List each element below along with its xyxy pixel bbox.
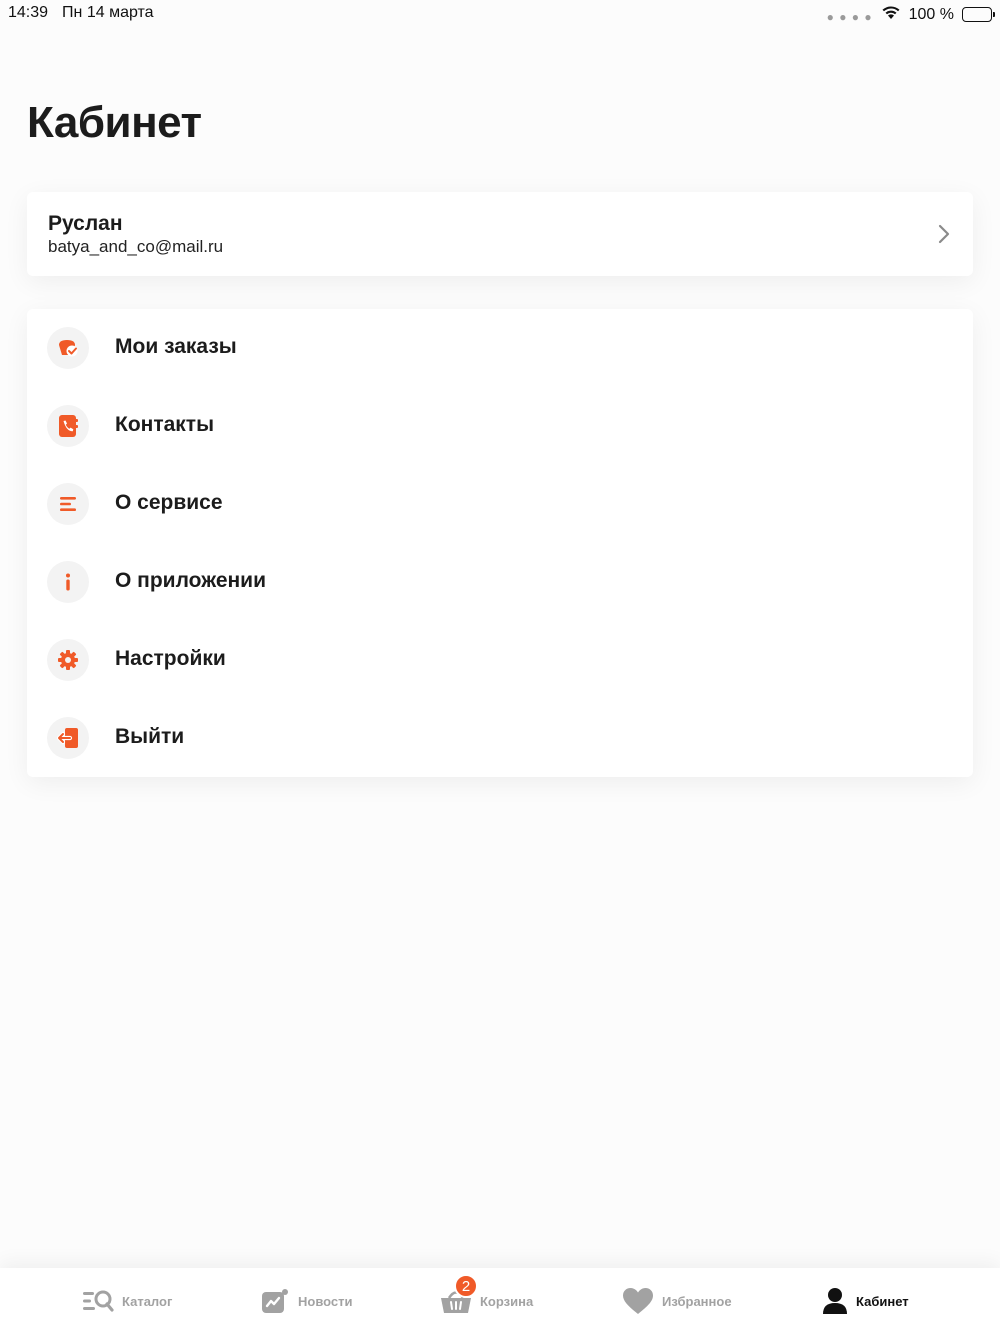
news-chart-icon — [262, 1289, 288, 1313]
menu-item-logout[interactable]: Выйти — [27, 699, 973, 777]
tab-label-cabinet: Кабинет — [856, 1293, 909, 1309]
menu-label-about-service: О сервисе — [115, 491, 223, 514]
menu-label-settings: Настройки — [115, 647, 226, 670]
heart-icon — [623, 1288, 653, 1314]
signal-icon: ● ● ● ● — [826, 9, 873, 24]
tab-label-catalog: Каталог — [122, 1293, 173, 1309]
tab-label-cart: Корзина — [480, 1293, 534, 1309]
cart-badge: 2 — [454, 1274, 478, 1298]
menu-label-contacts: Контакты — [115, 413, 215, 436]
chevron-right-icon — [938, 224, 950, 244]
menu-item-settings[interactable]: Настройки — [27, 621, 973, 699]
tab-cart[interactable]: 2 Корзина — [440, 1268, 533, 1334]
status-date: Пн 14 марта — [62, 4, 154, 21]
info-icon — [47, 561, 89, 603]
profile-email: batya_and_co@mail.ru — [48, 237, 224, 256]
menu-label-orders: Мои заказы — [115, 335, 237, 358]
tab-label-news: Новости — [298, 1293, 353, 1309]
tab-news[interactable]: Новости — [260, 1268, 353, 1334]
list-icon — [47, 483, 89, 525]
tab-label-favorites: Избранное — [662, 1293, 732, 1309]
logout-icon — [47, 717, 89, 759]
catalog-search-icon — [83, 1290, 114, 1312]
menu-label-logout: Выйти — [115, 725, 185, 748]
orders-icon — [47, 327, 89, 369]
menu-label-about-app: О приложении — [115, 569, 266, 592]
menu-item-about-app[interactable]: О приложении — [27, 543, 973, 621]
tab-favorites[interactable]: Избранное — [622, 1268, 732, 1334]
battery-icon — [962, 7, 995, 22]
menu-card: Мои заказы Контакты О сервисе О приложен… — [27, 309, 973, 777]
wifi-icon — [881, 4, 901, 25]
menu-item-about-service[interactable]: О сервисе — [27, 465, 973, 543]
status-time: 14:39 — [8, 4, 49, 21]
tab-bar: Каталог Новости 2 Корзина Избранное Каби… — [0, 1268, 1000, 1334]
tab-cabinet[interactable]: Кабинет — [822, 1268, 909, 1334]
status-bar: 14:39 Пн 14 марта ● ● ● ● 100 % — [0, 0, 1000, 28]
tab-catalog[interactable]: Каталог — [82, 1268, 172, 1334]
gear-icon — [47, 639, 89, 681]
menu-item-orders[interactable]: Мои заказы — [27, 309, 973, 387]
battery-percent: 100 % — [908, 5, 954, 23]
page-title: Кабинет — [27, 98, 202, 147]
phone-book-icon — [47, 405, 89, 447]
user-icon — [823, 1288, 847, 1314]
profile-name: Руслан — [48, 212, 123, 235]
profile-card[interactable]: Руслан batya_and_co@mail.ru — [27, 192, 973, 276]
menu-item-contacts[interactable]: Контакты — [27, 387, 973, 465]
